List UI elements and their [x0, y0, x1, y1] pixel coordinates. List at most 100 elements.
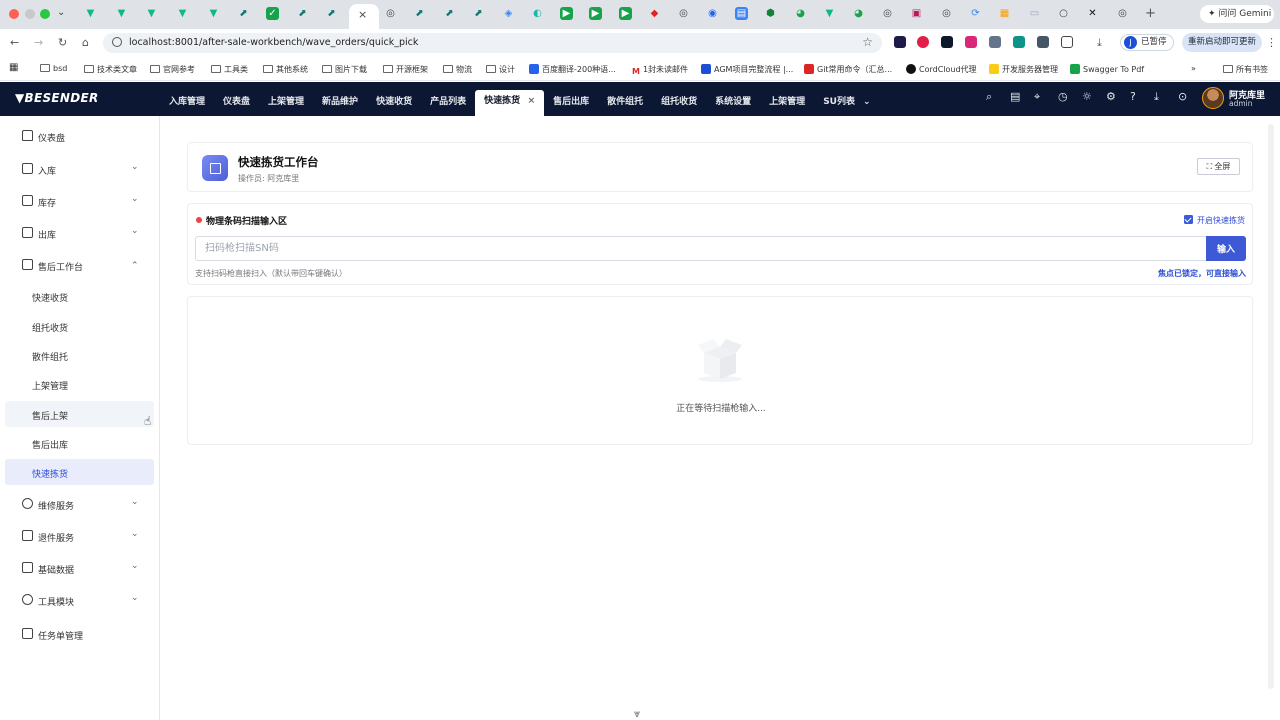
bookmark-link[interactable]: Swagger To Pdf	[1070, 64, 1144, 74]
tab-favicon-icon[interactable]: ▶	[589, 7, 602, 20]
reload-icon[interactable]: ↻	[58, 36, 67, 49]
extension-icon[interactable]	[965, 36, 977, 48]
search-icon[interactable]: ⌕	[986, 90, 992, 104]
ask-gemini-button[interactable]: ✦ 问问 Gemini	[1200, 5, 1274, 23]
sidebar-subitem[interactable]: 上架管理	[5, 371, 154, 397]
extension-icon[interactable]	[941, 36, 953, 48]
sidebar-item-stock[interactable]: 库存 ⌄	[0, 191, 160, 211]
bookmark-link[interactable]: CordCloud代理	[906, 64, 977, 75]
bookmark-folder[interactable]: 技术类文章	[84, 64, 137, 75]
apps-grid-icon[interactable]: ▦	[9, 62, 18, 73]
sidebar-subitem-active[interactable]: 快速拣货	[5, 459, 154, 485]
restart-to-update-button[interactable]: 重新启动即可更新	[1182, 33, 1262, 52]
top-nav-tab[interactable]: 上架管理	[259, 82, 313, 116]
sidebar-subitem-hovered[interactable]: 售后上架	[5, 401, 154, 427]
sidebar-subitem[interactable]: 散件组托	[5, 342, 154, 368]
bookmark-folder[interactable]: 工具类	[211, 64, 248, 75]
sidebar-subitem[interactable]: 快速收货	[5, 283, 154, 309]
sn-scan-input[interactable]	[195, 236, 1207, 261]
top-nav-tab-active[interactable]: 快速拣货 ×	[475, 90, 545, 116]
top-nav-tab[interactable]: 散件组托	[598, 82, 652, 116]
sidebar-item-tools[interactable]: 工具模块 ⌄	[0, 590, 160, 610]
tab-favicon-icon[interactable]: ◉	[706, 7, 719, 20]
tab-favicon-icon[interactable]: ◕	[794, 7, 807, 20]
brand-logo[interactable]: ▼BESENDER	[15, 91, 99, 105]
tab-favicon-icon[interactable]: ◈	[502, 7, 515, 20]
user-avatar[interactable]	[1202, 87, 1224, 109]
sidebar-subitem[interactable]: 售后出库	[5, 430, 154, 456]
settings-gear-icon[interactable]: ⚙	[1106, 90, 1116, 103]
tab-favicon-icon[interactable]: ⬢	[764, 7, 777, 20]
extension-icon[interactable]	[894, 36, 906, 48]
top-nav-tab[interactable]: 快速收货	[367, 82, 421, 116]
home-icon[interactable]: ⌂	[82, 36, 89, 49]
bookmark-folder[interactable]: 其他系统	[263, 64, 308, 75]
fullscreen-button[interactable]: ⛶ 全屏	[1197, 158, 1240, 175]
bookmark-star-icon[interactable]: ☆	[862, 35, 873, 49]
profile-paused-button[interactable]: J 已暂停	[1120, 34, 1174, 51]
top-nav-tab[interactable]: 新品维护	[313, 82, 367, 116]
bookmark-link[interactable]: AGM项目完整流程 |...	[701, 64, 793, 75]
bookmark-folder[interactable]: bsd	[40, 64, 67, 73]
tab-favicon-icon[interactable]: ▶	[560, 7, 573, 20]
scroll-down-icon[interactable]: ⩔	[634, 707, 640, 720]
sidebar-item-outbound[interactable]: 出库 ⌄	[0, 223, 160, 243]
page-scrollbar[interactable]	[1268, 124, 1274, 689]
top-nav-tab[interactable]: 入库管理	[160, 82, 214, 116]
download-icon[interactable]: ⤓	[1097, 36, 1102, 50]
tab-favicon-icon[interactable]: ✓	[266, 7, 279, 20]
tab-favicon-icon[interactable]: ▼	[823, 7, 836, 20]
browser-menu-icon[interactable]: ⋮	[1266, 36, 1277, 49]
sidebar-item-dashboard[interactable]: 仪表盘	[0, 126, 160, 146]
all-bookmarks-folder[interactable]: 所有书签	[1223, 64, 1268, 75]
tab-favicon-icon[interactable]: ⬈	[296, 7, 309, 20]
tab-favicon-icon[interactable]: ⬈	[237, 7, 250, 20]
tab-favicon-icon[interactable]: ◐	[531, 7, 544, 20]
bookmark-link[interactable]: M 1封未读邮件	[632, 64, 688, 77]
extension-icon[interactable]	[1013, 36, 1025, 48]
tab-favicon-icon[interactable]: ▤	[735, 7, 748, 20]
tab-favicon-icon[interactable]: ⬈	[472, 7, 485, 20]
tab-favicon-icon[interactable]: ⬈	[413, 7, 426, 20]
top-nav-tab[interactable]: 上架管理	[760, 82, 814, 116]
top-nav-tab[interactable]: 系统设置	[706, 82, 760, 116]
tab-favicon-icon[interactable]: ▶	[619, 7, 632, 20]
minimize-window-button[interactable]	[25, 9, 35, 19]
new-tab-button[interactable]: +	[1145, 6, 1156, 21]
tab-favicon-icon[interactable]: ◎	[1116, 7, 1129, 20]
tab-favicon-icon[interactable]: ▼	[84, 7, 97, 20]
active-tab[interactable]: ×	[349, 4, 379, 29]
tab-favicon-icon[interactable]: ▼	[115, 7, 128, 20]
sidebar-item-base-data[interactable]: 基础数据 ⌄	[0, 558, 160, 578]
clock-icon[interactable]: ◷	[1058, 90, 1068, 103]
extension-icon[interactable]	[989, 36, 1001, 48]
tab-favicon-icon[interactable]: ◎	[384, 7, 397, 20]
bookmark-folder[interactable]: 图片下载	[322, 64, 367, 75]
extension-icon[interactable]	[917, 36, 929, 48]
bookmark-folder[interactable]: 官网参考	[150, 64, 195, 75]
extension-icon[interactable]	[1037, 36, 1049, 48]
site-info-icon[interactable]	[112, 37, 122, 47]
bookmark-folder[interactable]: 物流	[443, 64, 472, 75]
quick-pick-checkbox[interactable]	[1184, 215, 1193, 224]
top-nav-tab[interactable]: 组托收货	[652, 82, 706, 116]
tab-favicon-icon[interactable]: ⟳	[969, 7, 982, 20]
tab-favicon-icon[interactable]: ⬈	[325, 7, 338, 20]
top-nav-tab[interactable]: 仪表盘	[214, 82, 259, 116]
tab-close-icon[interactable]: ×	[358, 8, 367, 21]
bookmark-folder[interactable]: 开源框架	[383, 64, 428, 75]
tab-favicon-icon[interactable]: ◎	[677, 7, 690, 20]
status-circle-icon[interactable]: ⊙	[1178, 90, 1187, 103]
address-bar[interactable]: localhost:8001/after-sale-workbench/wave…	[103, 33, 882, 53]
tab-favicon-icon[interactable]: ◆	[648, 7, 661, 20]
tab-favicon-icon[interactable]: ▼	[176, 7, 189, 20]
tab-favicon-icon[interactable]: ▣	[910, 7, 923, 20]
bookmarks-overflow-icon[interactable]: »	[1191, 64, 1196, 73]
tab-favicon-icon[interactable]: ▼	[145, 7, 158, 20]
bookmark-link[interactable]: Git常用命令（汇总...	[804, 64, 892, 75]
sidebar-item-after-sale-workbench[interactable]: 售后工作台 ⌃	[0, 255, 160, 275]
sidebar-item-returns[interactable]: 退件服务 ⌄	[0, 526, 160, 546]
sidebar-item-task-orders[interactable]: 任务单管理	[0, 624, 160, 644]
sidebar-item-inbound[interactable]: 入库 ⌄	[0, 159, 160, 179]
enter-button[interactable]: 输入	[1206, 236, 1246, 261]
